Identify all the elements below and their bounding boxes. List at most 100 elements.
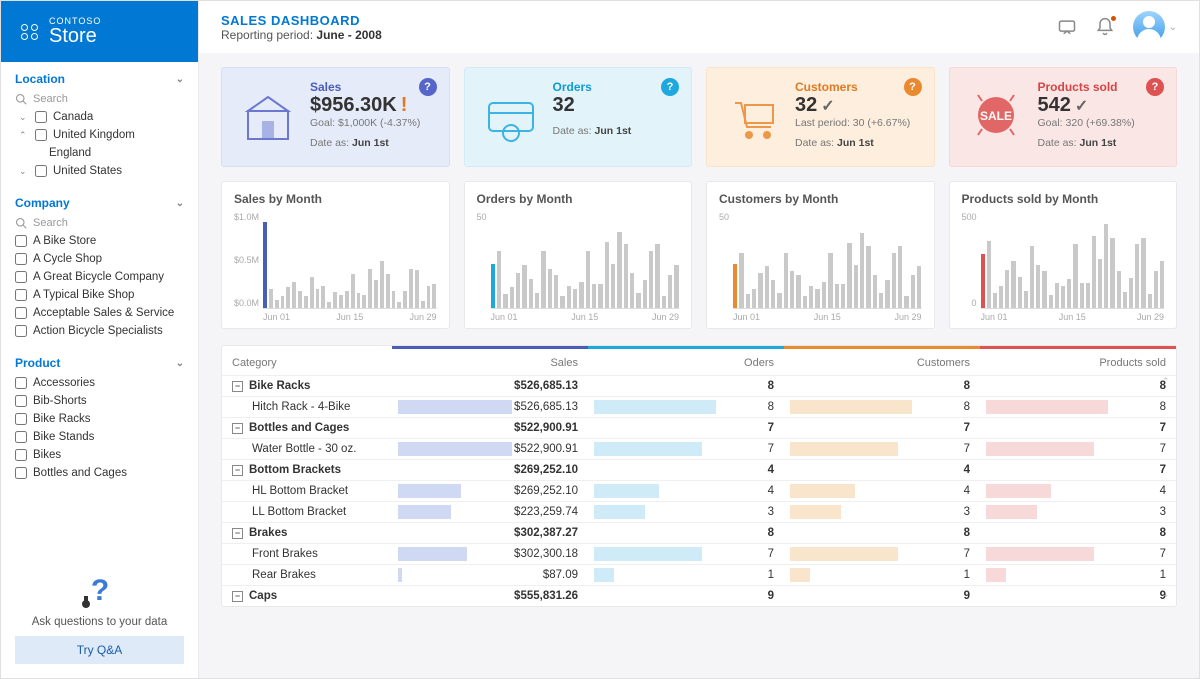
check-icon: ✓ — [821, 96, 834, 116]
product-item[interactable]: Bib-Shorts — [15, 392, 184, 410]
filter-checkbox[interactable] — [15, 467, 27, 479]
row-name: Caps — [249, 590, 277, 602]
chart-bar — [999, 286, 1003, 308]
kpi-card-customers[interactable]: ? Customers 32 ✓ Last period: 30 (+6.67%… — [706, 67, 935, 167]
kpi-card-orders[interactable]: ? Orders 32 Date as: Jun 1st — [464, 67, 693, 167]
collapse-icon[interactable]: − — [232, 381, 243, 392]
info-icon[interactable]: ? — [419, 78, 437, 96]
collapse-icon[interactable]: − — [232, 423, 243, 434]
filter-product-header[interactable]: Product ⌄ — [15, 356, 184, 370]
table-row[interactable]: HL Bottom Bracket $269,252.10 4 4 4 — [222, 480, 1176, 501]
table-row[interactable]: Water Bottle - 30 oz. $522,900.91 7 7 7 — [222, 438, 1176, 459]
col-orders[interactable]: Oders — [588, 346, 784, 375]
product-item[interactable]: Accessories — [15, 374, 184, 392]
filter-checkbox[interactable] — [15, 253, 27, 265]
table-row[interactable]: −Bike Racks $526,685.13 8 8 8 — [222, 375, 1176, 396]
chart-bar — [655, 244, 659, 308]
chart-y-axis: 50 — [477, 212, 491, 322]
company-item[interactable]: A Bike Store — [15, 232, 184, 250]
table-row[interactable]: Rear Brakes $87.09 1 1 1 — [222, 564, 1176, 585]
chart-bar — [374, 280, 378, 308]
filter-checkbox[interactable] — [15, 413, 27, 425]
col-customers[interactable]: Customers — [784, 346, 980, 375]
cell-products: 1 — [980, 565, 1176, 585]
info-icon[interactable]: ? — [904, 78, 922, 96]
chart-sales-by-month[interactable]: Sales by Month $1.0M$0.5M$0.0M Jun 01Jun… — [221, 181, 450, 329]
filter-checkbox[interactable] — [15, 431, 27, 443]
kpi-card-sales[interactable]: ? Sales $956.30K ! Goal: $1,000K (-4.37%… — [221, 67, 450, 167]
table-row[interactable]: −Bottom Brackets $269,252.10 4 4 7 — [222, 459, 1176, 480]
table-scrollbar[interactable]: ⌃⌄ — [1162, 376, 1172, 600]
product-item[interactable]: Bike Racks — [15, 410, 184, 428]
chart-bar — [516, 273, 520, 308]
chart-bar — [822, 282, 826, 308]
filter-checkbox[interactable] — [15, 271, 27, 283]
chart-bar — [286, 287, 290, 308]
chart-bar — [362, 295, 366, 308]
company-item[interactable]: Action Bicycle Specialists — [15, 322, 184, 340]
chart-orders-by-month[interactable]: Orders by Month 50 Jun 01Jun 15Jun 29 — [464, 181, 693, 329]
filter-company-header[interactable]: Company ⌄ — [15, 196, 184, 210]
kpi-label: Sales — [310, 80, 420, 94]
table-row[interactable]: LL Bottom Bracket $223,259.74 3 3 3 — [222, 501, 1176, 522]
filter-location-header[interactable]: Location ⌄ — [15, 72, 184, 86]
col-category[interactable]: Category — [222, 346, 392, 375]
messages-icon[interactable] — [1057, 17, 1077, 37]
location-checkbox[interactable] — [35, 111, 47, 123]
filter-checkbox[interactable] — [15, 235, 27, 247]
filter-checkbox[interactable] — [15, 307, 27, 319]
chart-customers-by-month[interactable]: Customers by Month 50 Jun 01Jun 15Jun 29 — [706, 181, 935, 329]
chart-bar — [885, 280, 889, 308]
try-qa-button[interactable]: Try Q&A — [15, 636, 184, 664]
table-row[interactable]: Hitch Rack - 4-Bike $526,685.13 8 8 8 — [222, 396, 1176, 417]
location-search[interactable]: Search — [15, 90, 184, 108]
location-child-item[interactable]: England — [15, 144, 184, 162]
location-item[interactable]: ⌃United Kingdom — [15, 126, 184, 144]
table-row[interactable]: −Brakes $302,387.27 8 8 8 — [222, 522, 1176, 543]
cell-orders: 8 — [588, 523, 784, 543]
kpi-card-products-sold[interactable]: ? SALE Products sold 542 ✓ Goal: 320 (+6… — [949, 67, 1178, 167]
collapse-icon[interactable]: − — [232, 528, 243, 539]
topbar: SALES DASHBOARD Reporting period: June -… — [199, 1, 1199, 53]
filter-checkbox[interactable] — [15, 289, 27, 301]
col-sales[interactable]: Sales — [392, 346, 588, 375]
product-item[interactable]: Bottles and Cages — [15, 464, 184, 482]
chart-bar — [617, 232, 621, 308]
company-search[interactable]: Search — [15, 214, 184, 232]
location-item[interactable]: ⌄Canada — [15, 108, 184, 126]
notifications-icon[interactable] — [1095, 17, 1115, 37]
table-row[interactable]: −Caps $555,831.26 9 9 9 — [222, 585, 1176, 606]
cell-customers: 1 — [784, 565, 980, 585]
company-item[interactable]: A Typical Bike Shop — [15, 286, 184, 304]
chart-bar — [327, 302, 331, 308]
chart-bar — [497, 251, 501, 308]
collapse-icon[interactable]: − — [232, 591, 243, 602]
col-products-sold[interactable]: Products sold — [980, 346, 1176, 375]
location-item[interactable]: ⌄United States — [15, 162, 184, 180]
product-item[interactable]: Bike Stands — [15, 428, 184, 446]
table-row[interactable]: Front Brakes $302,300.18 7 7 7 — [222, 543, 1176, 564]
table-header: Category Sales Oders Customers Products … — [222, 346, 1176, 375]
chart-bar — [567, 286, 571, 308]
chevron-down-icon: ⌄ — [1169, 22, 1177, 33]
filter-checkbox[interactable] — [15, 377, 27, 389]
company-item[interactable]: A Cycle Shop — [15, 250, 184, 268]
location-checkbox[interactable] — [35, 165, 47, 177]
collapse-icon[interactable]: − — [232, 465, 243, 476]
cell-customers: 8 — [784, 523, 980, 543]
filter-checkbox[interactable] — [15, 449, 27, 461]
product-item[interactable]: Bikes — [15, 446, 184, 464]
user-menu[interactable]: ⌄ — [1133, 11, 1177, 43]
kpi-date: Date as: Jun 1st — [795, 137, 910, 149]
filter-checkbox[interactable] — [15, 325, 27, 337]
company-item[interactable]: Acceptable Sales & Service — [15, 304, 184, 322]
info-icon[interactable]: ? — [1146, 78, 1164, 96]
filter-checkbox[interactable] — [15, 395, 27, 407]
chart-products-sold-by-month[interactable]: Products sold by Month 5000 Jun 01Jun 15… — [949, 181, 1178, 329]
info-icon[interactable]: ? — [661, 78, 679, 96]
qa-block: ? Ask questions to your data Try Q&A — [1, 562, 198, 678]
location-checkbox[interactable] — [35, 129, 47, 141]
table-row[interactable]: −Bottles and Cages $522,900.91 7 7 7 — [222, 417, 1176, 438]
chart-bar — [415, 270, 419, 308]
company-item[interactable]: A Great Bicycle Company — [15, 268, 184, 286]
